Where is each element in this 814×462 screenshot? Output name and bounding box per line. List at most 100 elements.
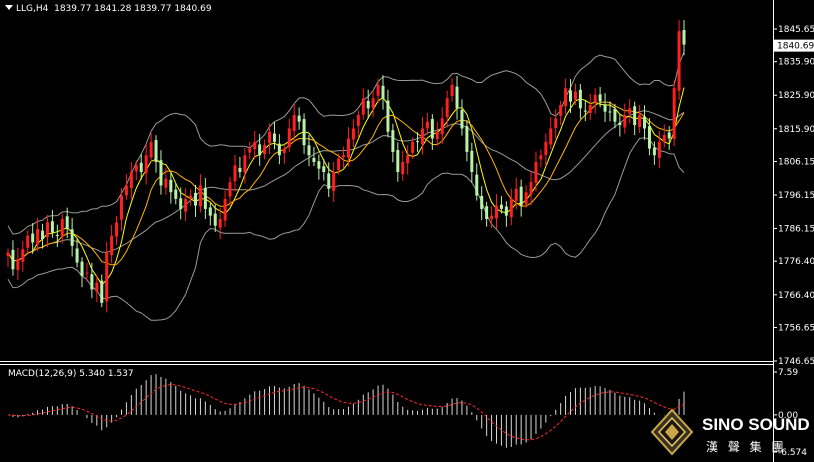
current-price-tag: 1840.69 — [774, 39, 814, 52]
candle-body — [534, 161, 538, 183]
chart-canvas: 1845.65 1835.90 1825.90 1815.90 1806.15 1796.… — [0, 0, 814, 462]
candle-body — [647, 126, 651, 149]
candle-body — [613, 109, 617, 122]
candle-body — [218, 218, 222, 228]
candle-body — [598, 94, 602, 102]
candle-body — [549, 128, 553, 145]
diamond-logo-icon — [650, 408, 694, 456]
candle-body — [588, 104, 592, 113]
candle-body — [322, 166, 326, 173]
candle-body — [578, 89, 582, 109]
candle-body — [618, 122, 622, 126]
candle-body — [159, 160, 163, 186]
candle-body — [233, 165, 237, 182]
candle-body — [129, 172, 133, 189]
candle-body — [346, 138, 350, 158]
candle-body — [297, 115, 301, 122]
macd-header: MACD(12,26,9) 5.340 1.537 — [8, 369, 134, 379]
price-tag-text: 1840.69 — [777, 42, 814, 52]
candle-body — [470, 150, 474, 173]
candle-body — [164, 178, 168, 188]
candle-body — [90, 274, 94, 290]
price-label: 1756.65 — [778, 323, 814, 333]
candle-body — [509, 198, 513, 218]
candle-body — [243, 155, 247, 173]
candle-body — [396, 150, 400, 173]
candle-body — [115, 222, 119, 237]
price-label: 1796.15 — [778, 191, 814, 201]
candle-body — [499, 204, 503, 209]
candle-body — [253, 141, 257, 150]
sino-sound-logo: SINO SOUND 漢 聲 集 團 — [650, 408, 810, 456]
candle-body — [524, 192, 528, 205]
candle-body — [258, 144, 262, 156]
candle-body — [425, 121, 429, 129]
candle-body — [189, 195, 193, 199]
candle-body — [208, 207, 212, 216]
candle-body — [386, 100, 390, 132]
candle-body — [238, 167, 242, 173]
price-label: 1786.15 — [778, 225, 814, 235]
candle-body — [16, 259, 20, 270]
candle-body — [430, 119, 434, 139]
candle-body — [569, 90, 573, 102]
logo-text: SINO SOUND — [702, 415, 810, 434]
candle-body — [55, 234, 59, 236]
candle-body — [292, 115, 296, 131]
candle-body — [554, 118, 558, 128]
candle-body — [174, 189, 178, 199]
macd-values: 5.340 1.537 — [79, 369, 134, 379]
candle-body — [514, 188, 518, 201]
candle-body — [460, 109, 464, 129]
candle-body — [213, 213, 217, 226]
candle-body — [381, 85, 385, 99]
candle-body — [272, 133, 276, 142]
candle-body — [327, 173, 331, 189]
candle-body — [529, 182, 533, 195]
candle-body — [420, 128, 424, 145]
candle-body — [169, 179, 173, 193]
candle-body — [342, 155, 346, 158]
candle-body — [628, 108, 632, 114]
candle-body — [203, 187, 207, 209]
candle-body — [312, 157, 316, 162]
candle-body — [638, 115, 642, 128]
candle-body — [198, 185, 202, 207]
candle-body — [11, 249, 15, 270]
ma-slow-line — [7, 101, 685, 266]
candle-body — [179, 198, 183, 209]
price-label: 1766.40 — [778, 291, 814, 301]
candle-body — [154, 140, 158, 162]
candle-body — [119, 195, 123, 220]
macd-label: MACD(12,26,9) — [8, 369, 77, 379]
candle-body — [411, 141, 415, 153]
candle-body — [677, 31, 681, 91]
candle-body — [633, 106, 637, 126]
bollinger-upper — [7, 51, 685, 235]
candle-body — [435, 131, 439, 140]
candle-body — [194, 192, 198, 206]
candle-body — [366, 100, 370, 109]
candle-body — [248, 148, 252, 153]
candle-body — [652, 147, 656, 156]
candle-body — [110, 235, 114, 255]
price-label: 1845.65 — [778, 25, 814, 35]
candle-body — [60, 218, 64, 237]
candle-body — [391, 130, 395, 152]
candle-body — [36, 229, 40, 245]
candle-body — [149, 141, 153, 158]
candle-body — [450, 84, 454, 97]
candle-body — [184, 198, 188, 212]
candle-body — [485, 206, 489, 219]
candle-body — [31, 233, 35, 243]
price-label: 1825.90 — [778, 91, 814, 101]
candle-body — [337, 158, 341, 171]
macd-pane — [7, 374, 685, 448]
candle-body — [75, 248, 79, 263]
candle-body — [351, 128, 355, 140]
candle-body — [401, 161, 405, 175]
candle-body — [317, 161, 321, 169]
price-label: 1835.90 — [778, 58, 814, 68]
candle-body — [371, 98, 375, 108]
candle-body — [376, 84, 380, 96]
